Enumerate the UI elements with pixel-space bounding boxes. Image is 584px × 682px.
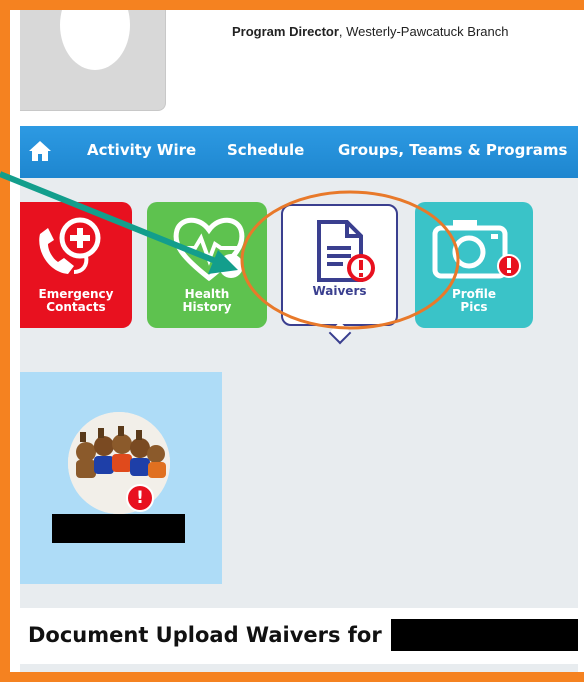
role-title: Program Director xyxy=(232,24,339,39)
user-role: Program Director, Westerly-Pawcatuck Bra… xyxy=(232,24,508,39)
tile-label: Profile Pics xyxy=(415,288,533,314)
tile-label: Waivers xyxy=(312,284,367,298)
tile-health-history[interactable]: Health History xyxy=(147,202,267,328)
tile-label-line1: Health xyxy=(184,287,230,301)
tile-label: Health History xyxy=(147,288,267,314)
tile-label-line2: Pics xyxy=(460,300,488,314)
nav-activity-wire[interactable]: Activity Wire xyxy=(87,141,196,159)
document-alert-icon xyxy=(317,220,375,282)
phone-plus-icon xyxy=(39,217,101,274)
frame-bottom xyxy=(0,672,584,682)
tile-label-line2: History xyxy=(182,300,232,314)
heart-rate-icon xyxy=(173,217,245,282)
alert-icon: ! xyxy=(126,484,154,512)
tile-profile-pics[interactable]: Profile Pics xyxy=(415,202,533,328)
navbar: Activity Wire Schedule Groups, Teams & P… xyxy=(20,126,578,178)
tile-label-line1: Emergency xyxy=(38,287,114,301)
nav-schedule[interactable]: Schedule xyxy=(227,141,304,159)
tile-emergency-contacts[interactable]: Emergency Contacts xyxy=(20,202,132,328)
tile-waivers[interactable]: Waivers xyxy=(281,204,398,326)
tile-label: Emergency Contacts xyxy=(20,288,132,314)
redacted-name xyxy=(52,514,185,543)
role-branch: , Westerly-Pawcatuck Branch xyxy=(338,24,509,39)
nav-groups-teams-programs[interactable]: Groups, Teams & Programs xyxy=(338,141,567,159)
document-title: Document Upload Waivers for xyxy=(28,623,382,647)
redacted-participant-name xyxy=(391,619,578,651)
camera-alert-icon xyxy=(432,220,521,279)
avatar xyxy=(20,10,166,111)
participant-card[interactable]: ! xyxy=(20,372,222,584)
participant-photo xyxy=(68,412,170,514)
home-icon[interactable] xyxy=(28,140,52,162)
stuffed-animals-image xyxy=(68,412,170,514)
tile-label-line2: Contacts xyxy=(46,300,106,314)
main-content: Program Director, Westerly-Pawcatuck Bra… xyxy=(20,10,578,672)
tile-label-line1: Profile xyxy=(451,287,497,301)
avatar-silhouette xyxy=(60,10,130,70)
